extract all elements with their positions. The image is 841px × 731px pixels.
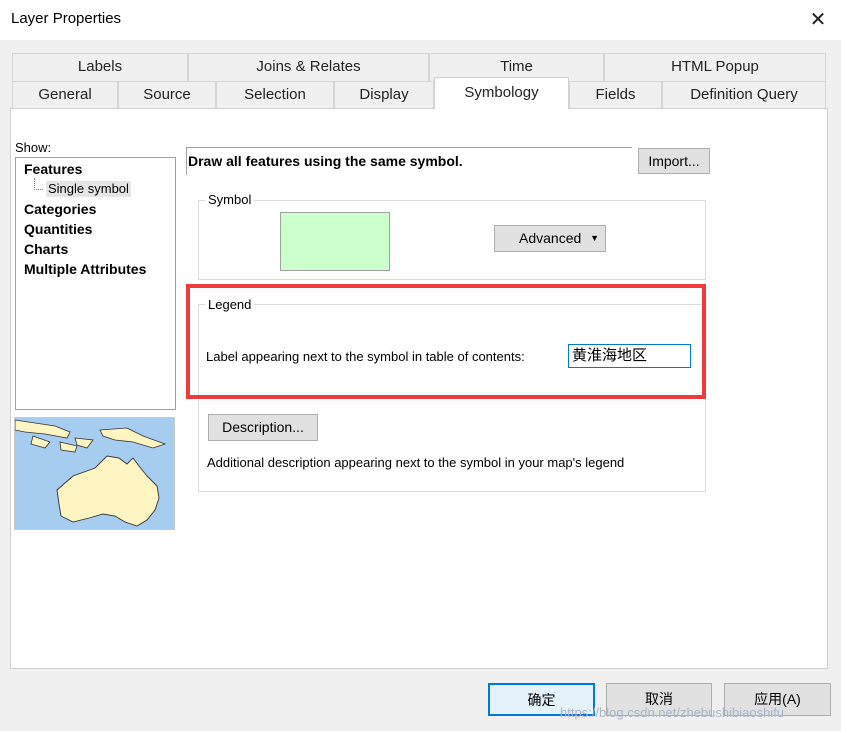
australia-map-icon [15, 418, 174, 529]
tab-joins-relates[interactable]: Joins & Relates [188, 53, 429, 81]
title-bar [0, 0, 841, 40]
import-button[interactable]: Import... [638, 148, 710, 174]
tab-html-popup[interactable]: HTML Popup [604, 53, 826, 81]
tab-fields[interactable]: Fields [569, 81, 662, 109]
map-preview [14, 417, 175, 530]
show-item-charts[interactable]: Charts [24, 241, 68, 257]
tab-selection[interactable]: Selection [216, 81, 334, 109]
show-item-multiple-attributes[interactable]: Multiple Attributes [24, 261, 146, 277]
legend-highlight [186, 284, 706, 399]
watermark: https://blog.csdn.net/zhebushibiaoshifu [560, 705, 785, 720]
advanced-button[interactable]: Advanced ▼ [494, 225, 606, 252]
show-item-categories[interactable]: Categories [24, 201, 96, 217]
show-item-single-symbol[interactable]: Single symbol [46, 181, 131, 197]
description-button[interactable]: Description... [208, 414, 318, 441]
description-text: Additional description appearing next to… [207, 455, 625, 470]
tab-source[interactable]: Source [118, 81, 216, 109]
symbology-heading: Draw all features using the same symbol. [188, 153, 463, 169]
show-item-features[interactable]: Features [24, 161, 82, 177]
tab-labels[interactable]: Labels [12, 53, 188, 81]
symbol-group-label: Symbol [205, 192, 255, 207]
advanced-button-label: Advanced [519, 230, 582, 246]
show-item-quantities[interactable]: Quantities [24, 221, 92, 237]
tab-symbology[interactable]: Symbology [434, 77, 569, 109]
tree-connector [34, 178, 43, 190]
window-title: Layer Properties [11, 10, 122, 27]
tab-display[interactable]: Display [334, 81, 434, 109]
tab-definition-query[interactable]: Definition Query [662, 81, 826, 109]
close-icon[interactable]: ✕ [804, 6, 832, 34]
dropdown-arrow-icon: ▼ [590, 233, 599, 243]
show-label: Show: [15, 140, 52, 155]
symbol-group [198, 200, 706, 280]
symbol-swatch[interactable] [280, 212, 390, 271]
tab-general[interactable]: General [12, 81, 118, 109]
